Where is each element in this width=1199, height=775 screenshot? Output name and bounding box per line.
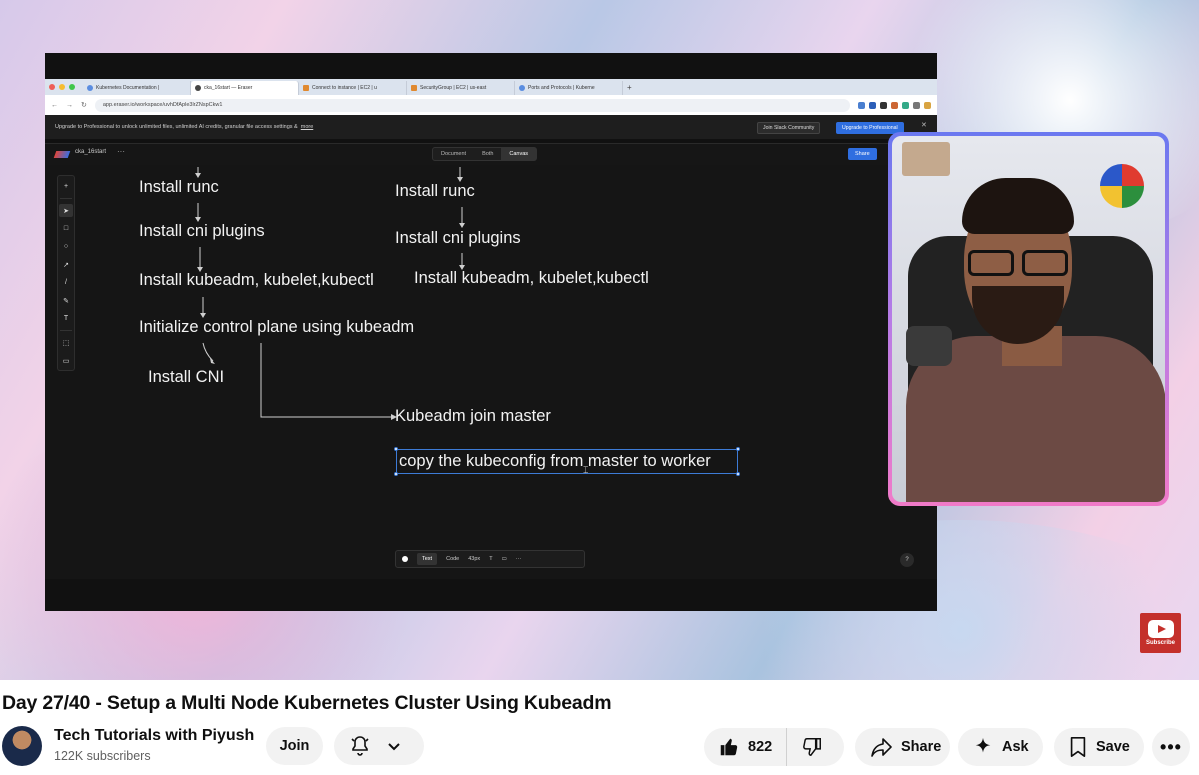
window-controls [49, 84, 75, 90]
like-button[interactable]: 822 [704, 728, 788, 766]
subscribe-watermark[interactable]: Subscribe [1140, 613, 1181, 653]
drawing-canvas: + ➤ □ ○ ↗ / ✎ T ⬚ ▭ Install runc Install… [45, 165, 937, 579]
font-style-select: T [489, 556, 493, 562]
share-label: Share [901, 739, 942, 755]
channel-avatar[interactable] [2, 726, 42, 766]
more-icon: ··· [117, 147, 125, 156]
save-label: Save [1096, 739, 1130, 755]
browser-tab: Ports and Protocols | Kuberne [515, 81, 623, 95]
canvas-text-copy-kubeconfig: copy the kubeconfig from master to worke… [399, 452, 711, 470]
thumbs-down-icon [803, 738, 822, 756]
sparkle-icon [975, 737, 991, 753]
reload-icon: ↻ [81, 102, 87, 109]
tab-label: Kubernetes Documentation | [96, 85, 160, 91]
help-button: ? [900, 553, 914, 567]
like-count: 822 [748, 739, 773, 755]
view-both: Both [482, 151, 494, 157]
canvas-text-install-kubeadm: Install kubeadm, kubelet,kubectl [139, 271, 374, 289]
subscribe-watermark-label: Subscribe [1145, 640, 1175, 646]
canvas-text-initialize-control-plane: Initialize control plane using kubeadm [139, 318, 415, 336]
bell-icon [351, 736, 369, 756]
new-tab-icon: + [627, 82, 632, 92]
canvas-text-install-kubeadm-worker: Install kubeadm, kubelet,kubectl [414, 269, 649, 287]
bookmark-icon [1070, 737, 1086, 757]
font-size-select: 43px [468, 556, 481, 562]
tab-label: cka_16start — Eraser [204, 85, 253, 91]
channel-name[interactable]: Tech Tutorials with Piyush [54, 727, 254, 745]
ask-button[interactable]: Ask [958, 728, 1043, 766]
ask-label: Ask [1002, 739, 1029, 755]
comment-icon: ▭ [501, 556, 507, 562]
join-slack-button: Join Slack Community [757, 122, 821, 134]
more-horizontal-icon: ••• [1160, 736, 1182, 757]
eraser-logo [53, 151, 71, 158]
tab-label: Ports and Protocols | Kuberne [528, 85, 595, 91]
browser-tab: Connect to instance | EC2 | u [299, 81, 407, 95]
share-button[interactable]: Share [855, 728, 950, 766]
youtube-logo-icon [1147, 620, 1174, 638]
canvas-text-install-runc: Install runc [139, 178, 219, 196]
youtube-watch-page: Kubernetes Documentation | cka_16start —… [0, 0, 1199, 775]
dislike-button[interactable] [787, 736, 823, 758]
more-icon: ··· [515, 556, 522, 562]
file-name: cka_16start [75, 149, 107, 155]
canvas-text-install-runc-worker: Install runc [395, 182, 475, 200]
banner-more-link: more [300, 124, 314, 130]
share-icon [871, 738, 892, 757]
forward-icon: → [66, 101, 73, 109]
canvas-text-install-cni-plugins: Install cni plugins [139, 222, 265, 240]
eraser-share-button: Share [848, 148, 877, 160]
eraser-app-bar: cka_16start ··· Document Both Canvas Sha… [45, 143, 937, 165]
close-icon: ✕ [921, 122, 927, 129]
chevron-down-icon [388, 743, 400, 751]
browser-tab-bar: Kubernetes Documentation | cka_16start —… [45, 79, 937, 95]
presenter-video [892, 136, 1165, 502]
canvas-text-install-cni: Install CNI [148, 368, 225, 386]
browser-address-bar: ← → ↻ app.eraser.io/workspace/uvhDfAple3… [45, 95, 937, 115]
upgrade-button: Upgrade to Professional [836, 122, 904, 134]
screen-recording: Kubernetes Documentation | cka_16start —… [45, 53, 937, 611]
canvas-text-install-cni-plugins-worker: Install cni plugins [395, 229, 521, 247]
canvas-text-kubeadm-join: Kubeadm join master [395, 407, 551, 425]
banner-text: Upgrade to Professional to unlock unlimi… [55, 124, 298, 130]
extension-icons [858, 101, 931, 109]
view-canvas: Canvas [501, 148, 537, 160]
color-swatch-icon [402, 556, 408, 562]
thumbs-up-icon [720, 738, 738, 756]
subscribe-notification-button[interactable] [334, 727, 424, 765]
url-field: app.eraser.io/workspace/uvhDfAple3lrZNsp… [94, 98, 850, 112]
view-document: Document [441, 151, 467, 157]
more-actions-button[interactable]: ••• [1152, 728, 1190, 766]
webcam-overlay [888, 132, 1169, 506]
text-format-bar: Text Code 43px T ▭ ··· [395, 550, 585, 568]
back-icon: ← [51, 101, 58, 109]
code-mode-tab: Code [446, 556, 460, 562]
cursor-icon: ⌶ [583, 465, 589, 475]
upgrade-banner: Upgrade to Professional to unlock unlimi… [45, 115, 937, 139]
subscriber-count: 122K subscribers [54, 749, 151, 763]
video-player[interactable]: Kubernetes Documentation | cka_16start —… [0, 0, 1199, 680]
view-switcher: Document Both Canvas [432, 147, 538, 161]
tab-label: SecurityGroup | EC2 | us-east [420, 85, 487, 91]
join-button[interactable]: Join [266, 727, 323, 765]
browser-tab-active: cka_16start — Eraser [191, 81, 299, 95]
browser-tab: SecurityGroup | EC2 | us-east [407, 81, 515, 95]
video-title: Day 27/40 - Setup a Multi Node Kubernete… [2, 692, 612, 714]
text-mode-tab: Text [417, 553, 438, 565]
browser-tab: Kubernetes Documentation | [83, 81, 191, 95]
save-button[interactable]: Save [1054, 728, 1144, 766]
tab-label: Connect to instance | EC2 | u [312, 85, 377, 91]
like-dislike-group: 822 [704, 728, 844, 766]
